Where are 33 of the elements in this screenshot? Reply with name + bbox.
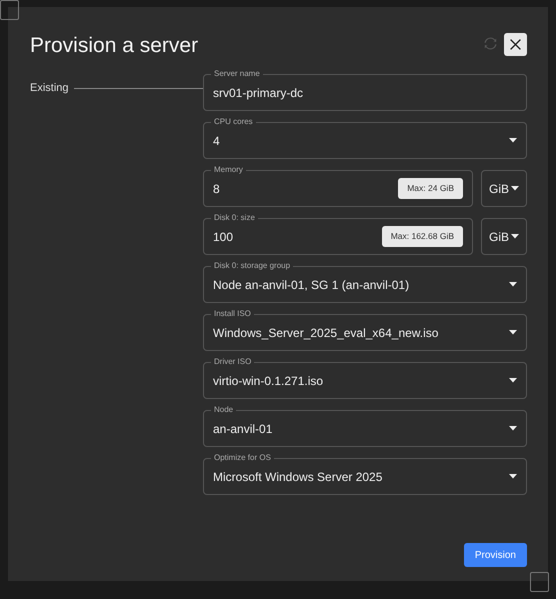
caret-icon — [509, 426, 517, 431]
field-label: Disk 0: storage group — [211, 260, 294, 272]
caret-icon — [511, 186, 519, 191]
field-value: Microsoft Windows Server 2025 — [213, 468, 384, 486]
caret-icon — [511, 234, 519, 239]
unit-select[interactable]: GiB — [481, 218, 527, 255]
max-button[interactable]: Max: 162.68 GiB — [382, 226, 463, 247]
caret-icon — [509, 138, 517, 143]
caret-icon — [509, 378, 517, 383]
dialog-title: Provision a server — [30, 33, 198, 59]
close-button[interactable] — [504, 33, 527, 56]
field-value: Node an-anvil-01, SG 1 (an-anvil-01) — [213, 276, 410, 294]
field-value: srv01-primary-dc — [213, 84, 304, 102]
field-label: Memory — [211, 164, 246, 176]
corner-square — [530, 572, 549, 592]
provision-button[interactable]: Provision — [464, 543, 527, 567]
field-value: 100 — [213, 228, 234, 246]
section-label: Existing — [30, 81, 69, 96]
caret-icon — [509, 330, 517, 335]
field-label: Optimize for OS — [211, 452, 274, 464]
close-icon — [509, 38, 522, 51]
field-value: 4 — [213, 132, 221, 150]
unit-select[interactable]: GiB — [481, 170, 527, 207]
field-value: an-anvil-01 — [213, 420, 274, 438]
field-value: 8 — [213, 180, 221, 198]
field-value: GiB — [489, 180, 510, 198]
max-button[interactable]: Max: 24 GiB — [398, 178, 463, 199]
field-value: virtio-win-0.1.271.iso — [213, 372, 324, 390]
field-value: Windows_Server_2025_eval_x64_new.iso — [213, 324, 440, 342]
field-value: GiB — [489, 228, 510, 246]
corner-square — [0, 0, 19, 20]
caret-icon — [509, 474, 517, 479]
caret-icon — [509, 282, 517, 287]
